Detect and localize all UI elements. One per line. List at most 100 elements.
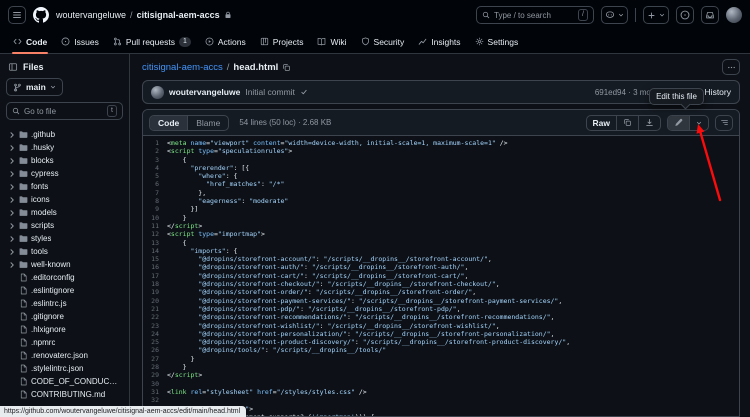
- tree-item-.gitignore[interactable]: .gitignore: [6, 310, 123, 323]
- code-line: 26 "@dropins/tools/": "/scripts/__dropin…: [143, 346, 739, 354]
- copy-path-button[interactable]: [282, 63, 291, 72]
- edit-file-button[interactable]: [668, 115, 689, 130]
- tree-item-.husky[interactable]: .husky: [6, 141, 123, 154]
- raw-button[interactable]: Raw: [587, 116, 616, 130]
- edit-dropdown-button[interactable]: [689, 115, 708, 130]
- tab-wiki[interactable]: Wiki: [310, 30, 353, 53]
- tree-item-.eslintignore[interactable]: .eslintignore: [6, 284, 123, 297]
- line-number[interactable]: 19: [143, 288, 167, 296]
- line-number[interactable]: 28: [143, 363, 167, 371]
- line-number[interactable]: 6: [143, 180, 167, 188]
- create-new-button[interactable]: [643, 6, 669, 24]
- line-number[interactable]: 10: [143, 214, 167, 222]
- tree-item-CONTRIBUTING.md[interactable]: CONTRIBUTING.md: [6, 388, 123, 401]
- tab-code[interactable]: Code: [6, 30, 54, 54]
- line-number[interactable]: 9: [143, 205, 167, 213]
- tab-projects[interactable]: Projects: [253, 30, 311, 53]
- tree-item-scripts[interactable]: scripts: [6, 219, 123, 232]
- tree-item-styles[interactable]: styles: [6, 232, 123, 245]
- line-number[interactable]: 22: [143, 313, 167, 321]
- github-logo-icon[interactable]: [33, 7, 49, 23]
- line-number[interactable]: 20: [143, 297, 167, 305]
- line-number[interactable]: 7: [143, 189, 167, 197]
- tree-item-well-known[interactable]: well-known: [6, 258, 123, 271]
- line-content: <meta name="viewport" content="width=dev…: [167, 139, 508, 147]
- tree-item-.editorconfig[interactable]: .editorconfig: [6, 271, 123, 284]
- tree-item-label: fonts: [31, 182, 49, 191]
- tree-item-.stylelintrc.json[interactable]: .stylelintrc.json: [6, 362, 123, 375]
- commit-author[interactable]: woutervangeluwe: [169, 87, 240, 97]
- line-number[interactable]: 12: [143, 230, 167, 238]
- commit-check-icon[interactable]: [300, 88, 308, 96]
- tree-item-.github[interactable]: .github: [6, 128, 123, 141]
- tree-item-.renovaterc.json[interactable]: .renovaterc.json: [6, 349, 123, 362]
- copy-raw-button[interactable]: [616, 115, 638, 130]
- tab-blame-view[interactable]: Blame: [187, 115, 228, 130]
- branch-selector[interactable]: main: [6, 78, 63, 96]
- line-number[interactable]: 24: [143, 330, 167, 338]
- line-number[interactable]: 27: [143, 355, 167, 363]
- breadcrumb-repo-link[interactable]: citisignal-aem-accs: [137, 10, 220, 20]
- line-number[interactable]: 8: [143, 197, 167, 205]
- tree-item-label: cypress: [31, 169, 59, 178]
- line-number[interactable]: 18: [143, 280, 167, 288]
- line-number[interactable]: 25: [143, 338, 167, 346]
- tree-item-CODE_OF_CONDUCT.md[interactable]: CODE_OF_CONDUCT.md: [6, 375, 123, 388]
- tree-item-tools[interactable]: tools: [6, 245, 123, 258]
- tree-item-models[interactable]: models: [6, 206, 123, 219]
- breadcrumb-repo-root-link[interactable]: citisignal-aem-accs: [142, 62, 223, 73]
- header-breadcrumb: woutervangeluwe / citisignal-aem-accs: [56, 10, 232, 20]
- line-number[interactable]: 5: [143, 172, 167, 180]
- copilot-button[interactable]: [601, 6, 628, 24]
- line-number[interactable]: 11: [143, 222, 167, 230]
- download-button[interactable]: [638, 115, 660, 130]
- line-number[interactable]: 2: [143, 147, 167, 155]
- line-number[interactable]: 13: [143, 239, 167, 247]
- tab-code-view[interactable]: Code: [150, 115, 188, 130]
- line-number[interactable]: 15: [143, 255, 167, 263]
- line-number[interactable]: 21: [143, 305, 167, 313]
- line-number[interactable]: 16: [143, 263, 167, 271]
- line-number[interactable]: 23: [143, 322, 167, 330]
- line-number[interactable]: 17: [143, 272, 167, 280]
- tree-item-blocks[interactable]: blocks: [6, 154, 123, 167]
- tree-item-.hlxignore[interactable]: .hlxignore: [6, 323, 123, 336]
- notifications-button[interactable]: [701, 6, 719, 24]
- tree-item-fonts[interactable]: fonts: [6, 180, 123, 193]
- symbols-panel-button[interactable]: [715, 114, 733, 131]
- tab-actions[interactable]: Actions: [198, 30, 253, 53]
- line-number[interactable]: 31: [143, 388, 167, 396]
- line-number[interactable]: 14: [143, 247, 167, 255]
- line-number[interactable]: 4: [143, 164, 167, 172]
- line-number[interactable]: 1: [143, 139, 167, 147]
- issue-opened-icon: [680, 10, 690, 20]
- commit-message[interactable]: Initial commit: [245, 87, 295, 97]
- breadcrumb-owner-link[interactable]: woutervangeluwe: [56, 10, 126, 20]
- user-avatar[interactable]: [726, 7, 742, 23]
- go-to-file-input[interactable]: Go to file t: [6, 102, 123, 120]
- line-content: "@dropins/storefront-checkout/": "/scrip…: [198, 280, 500, 289]
- line-number[interactable]: 29: [143, 371, 167, 379]
- more-options-button[interactable]: [722, 59, 740, 75]
- tree-item-cypress[interactable]: cypress: [6, 167, 123, 180]
- tree-item-.eslintrc.js[interactable]: .eslintrc.js: [6, 297, 123, 310]
- hamburger-menu-button[interactable]: [8, 6, 26, 24]
- tree-item-icons[interactable]: icons: [6, 193, 123, 206]
- tab-pull-requests[interactable]: Pull requests 1: [106, 30, 198, 53]
- tab-settings[interactable]: Settings: [468, 30, 526, 53]
- tab-insights[interactable]: Insights: [411, 30, 467, 53]
- line-number[interactable]: 30: [143, 380, 167, 388]
- tab-issues[interactable]: Issues: [54, 30, 106, 53]
- tab-security[interactable]: Security: [354, 30, 412, 53]
- issues-button[interactable]: [676, 6, 694, 24]
- global-search-input[interactable]: Type / to search /: [476, 6, 594, 24]
- collapse-sidebar-icon[interactable]: [8, 62, 18, 72]
- tree-item-.npmrc[interactable]: .npmrc: [6, 336, 123, 349]
- line-number[interactable]: 32: [143, 396, 167, 404]
- line-number[interactable]: 26: [143, 346, 167, 354]
- line-content: </script>: [167, 221, 203, 230]
- file-panel-header: Code Blame 54 lines (50 loc) · 2.68 KB R…: [143, 110, 739, 136]
- commit-author-avatar[interactable]: [151, 85, 164, 99]
- line-number[interactable]: 3: [143, 156, 167, 164]
